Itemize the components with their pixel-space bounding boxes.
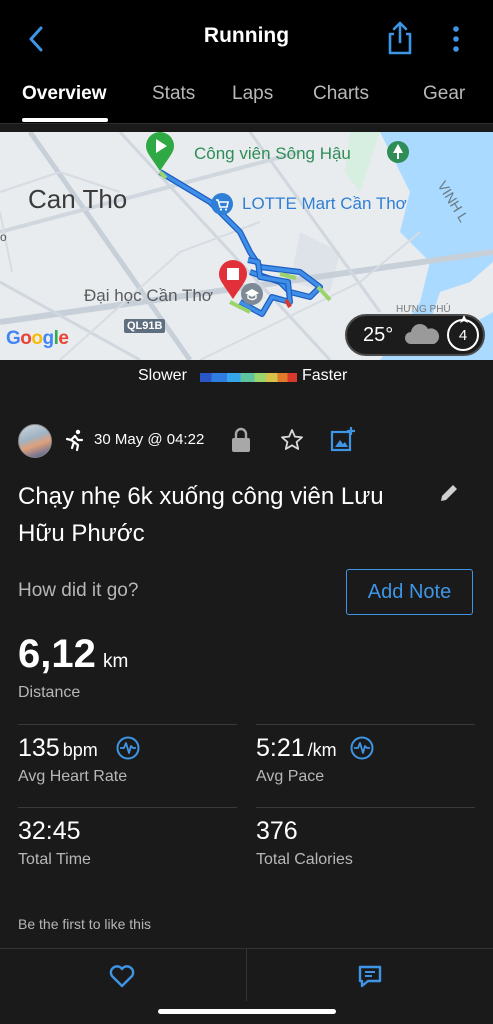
start-marker-icon bbox=[146, 132, 174, 171]
map-label-university: Đại học Cần Thơ bbox=[84, 286, 213, 305]
avg-pace-label: Avg Pace bbox=[256, 768, 325, 785]
total-calories-label: Total Calories bbox=[256, 851, 353, 868]
activity-date: 30 May @ 04:22 bbox=[94, 431, 205, 448]
chevron-left-icon bbox=[29, 26, 43, 52]
divider bbox=[18, 724, 237, 725]
google-logo: Google bbox=[6, 328, 69, 349]
top-bar: Running bbox=[0, 0, 493, 76]
star-icon[interactable] bbox=[280, 428, 304, 452]
feedback-prompt: How did it go? bbox=[18, 580, 139, 601]
avg-pace-number: 5:21 bbox=[256, 734, 305, 762]
distance-unit: km bbox=[103, 651, 129, 672]
avg-heart-rate-unit: bpm bbox=[62, 740, 98, 760]
back-button[interactable] bbox=[22, 22, 50, 56]
lock-icon[interactable] bbox=[230, 426, 252, 454]
avg-heart-rate-label: Avg Heart Rate bbox=[18, 768, 128, 785]
active-tab-indicator bbox=[22, 118, 108, 122]
wind-direction-icon bbox=[460, 315, 468, 323]
tab-stats[interactable]: Stats bbox=[152, 82, 195, 116]
divider bbox=[256, 724, 475, 725]
distance-value: 6,12 bbox=[18, 632, 96, 676]
wind-indicator: 4 bbox=[447, 315, 479, 351]
total-time-label: Total Time bbox=[18, 851, 91, 868]
pace-legend: Slower Faster bbox=[0, 360, 493, 392]
heart-icon[interactable] bbox=[108, 963, 136, 989]
home-indicator bbox=[158, 1009, 336, 1014]
distance-label: Distance bbox=[18, 684, 81, 701]
pace-gradient-bar bbox=[200, 373, 297, 382]
add-note-button[interactable]: Add Note bbox=[346, 569, 473, 615]
tab-charts[interactable]: Charts bbox=[313, 82, 369, 116]
legend-slower-label: Slower bbox=[138, 367, 187, 384]
tab-overview[interactable]: Overview bbox=[22, 82, 107, 116]
map-label-park: Công viên Sông Hậu bbox=[194, 144, 351, 163]
map-label-mart: LOTTE Mart Cần Thơ bbox=[242, 194, 407, 213]
park-icon bbox=[387, 141, 409, 163]
avg-pace-unit: /km bbox=[307, 740, 337, 760]
like-prompt: Be the first to like this bbox=[18, 916, 152, 932]
share-icon bbox=[388, 21, 412, 55]
divider bbox=[18, 807, 237, 808]
more-vertical-icon bbox=[453, 26, 459, 52]
heart-rate-icon[interactable] bbox=[116, 736, 140, 760]
comment-icon[interactable] bbox=[356, 963, 384, 989]
more-options-button[interactable] bbox=[446, 22, 466, 56]
activity-meta-row: 30 May @ 04:22 bbox=[0, 420, 493, 460]
shopping-cart-icon bbox=[211, 193, 233, 215]
tab-laps[interactable]: Laps bbox=[232, 82, 273, 116]
running-icon bbox=[65, 429, 84, 452]
edit-pencil-icon[interactable] bbox=[438, 482, 460, 504]
tab-bar: Overview Stats Laps Charts Gear bbox=[0, 76, 493, 124]
weather-temperature: 25° bbox=[363, 324, 394, 346]
page-title: Running bbox=[203, 24, 290, 47]
divider bbox=[246, 949, 247, 1001]
heart-rate-icon[interactable] bbox=[350, 736, 374, 760]
map-road-badge: QL91B bbox=[124, 319, 166, 333]
avatar[interactable] bbox=[18, 424, 52, 458]
legend-faster-label: Faster bbox=[302, 367, 348, 384]
divider bbox=[256, 807, 475, 808]
tab-gear[interactable]: Gear bbox=[423, 82, 465, 116]
weather-badge: 25° 4 bbox=[345, 314, 485, 356]
activity-title: Chạy nhẹ 6k xuống công viên Lưu Hữu Phướ… bbox=[18, 483, 384, 547]
bottom-action-bar bbox=[0, 948, 493, 1024]
avg-pace-value: 5:21/km bbox=[256, 734, 337, 763]
add-photo-icon[interactable] bbox=[330, 426, 356, 452]
school-icon bbox=[241, 283, 263, 305]
avg-heart-rate-number: 135 bbox=[18, 734, 60, 762]
map-label-edge: o bbox=[0, 230, 7, 244]
total-time-value: 32:45 bbox=[18, 817, 81, 845]
map-label-city: Can Tho bbox=[28, 184, 128, 214]
wind-speed: 4 bbox=[458, 327, 468, 344]
avg-heart-rate-value: 135 bpm bbox=[18, 734, 98, 763]
share-button[interactable] bbox=[384, 20, 416, 56]
total-calories-value: 376 bbox=[256, 817, 298, 845]
cloud-icon bbox=[405, 324, 440, 344]
